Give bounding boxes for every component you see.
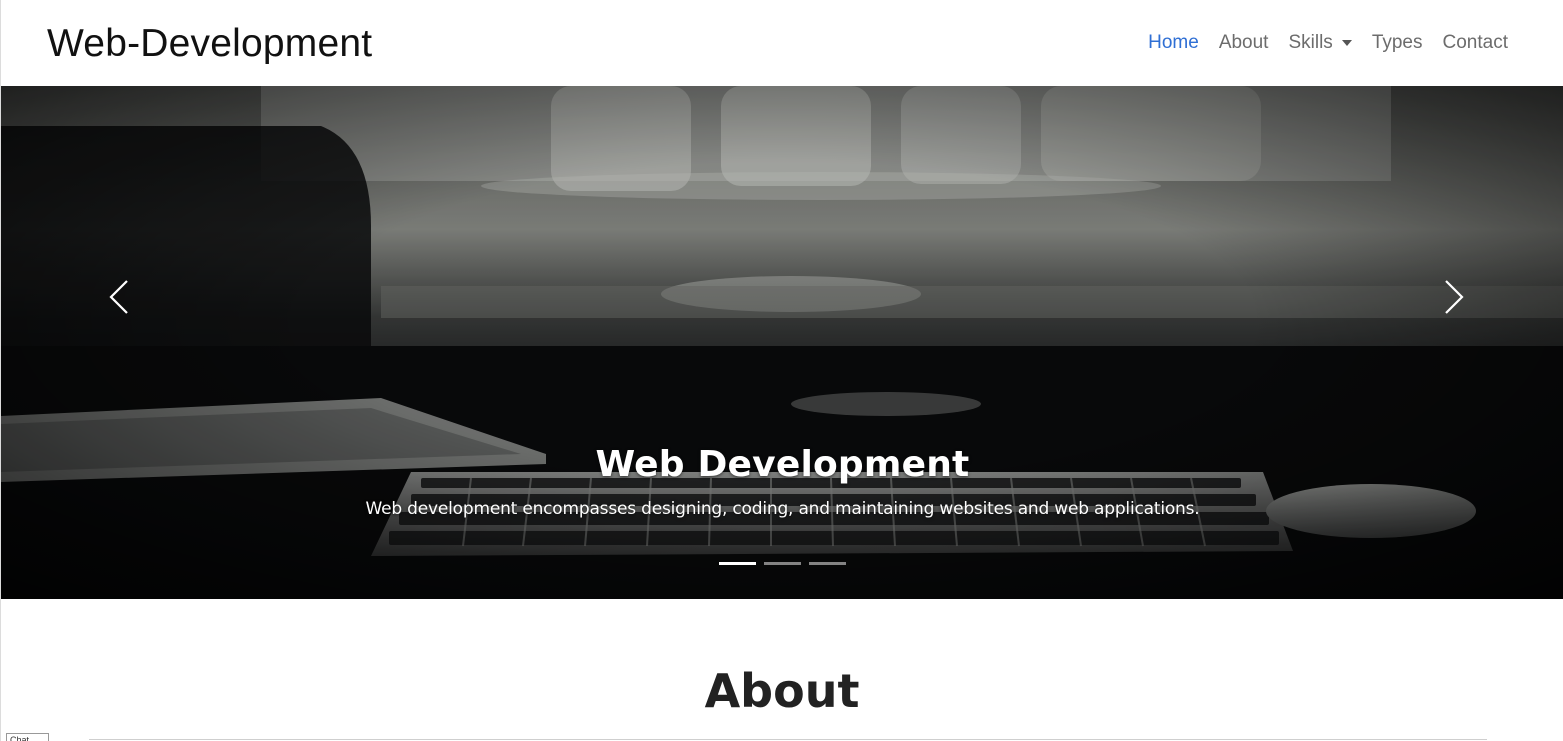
carousel-caption-title: Web Development [595,444,970,485]
nav-link-home[interactable]: Home [1138,32,1209,54]
nav-link-skills-dropdown[interactable]: Skills [1278,32,1361,54]
carousel-indicator-2[interactable] [764,562,801,565]
about-divider [89,739,1487,740]
nav-link-skills-label: Skills [1288,32,1333,53]
nav-link-contact[interactable]: Contact [1433,32,1518,54]
chevron-left-icon [109,280,128,314]
carousel-caption: Web Development Web development encompas… [1,444,1563,519]
caret-down-icon [1341,40,1352,46]
navbar: Web-Development Home About Skills Types … [1,0,1563,86]
carousel-indicator-1[interactable] [719,562,756,565]
hero-carousel: Web Development Web development encompas… [1,86,1563,599]
carousel-prev-button[interactable] [89,272,149,322]
brand-logo-text[interactable]: Web-Development [47,24,372,63]
corner-chat-box[interactable]: Chat [6,733,49,741]
page: Web-Development Home About Skills Types … [0,0,1563,741]
carousel-indicators [1,562,1563,565]
chevron-right-icon [1445,280,1464,314]
carousel-caption-text: Web development encompasses designing, c… [365,499,1200,519]
keyboard-desk-photo [1,86,1563,599]
carousel-next-button[interactable] [1424,272,1484,322]
nav-link-types[interactable]: Types [1362,32,1433,54]
nav-link-about[interactable]: About [1209,32,1279,54]
carousel-indicator-3[interactable] [809,562,846,565]
main-nav: Home About Skills Types Contact [1138,32,1518,54]
about-heading: About [704,664,860,718]
